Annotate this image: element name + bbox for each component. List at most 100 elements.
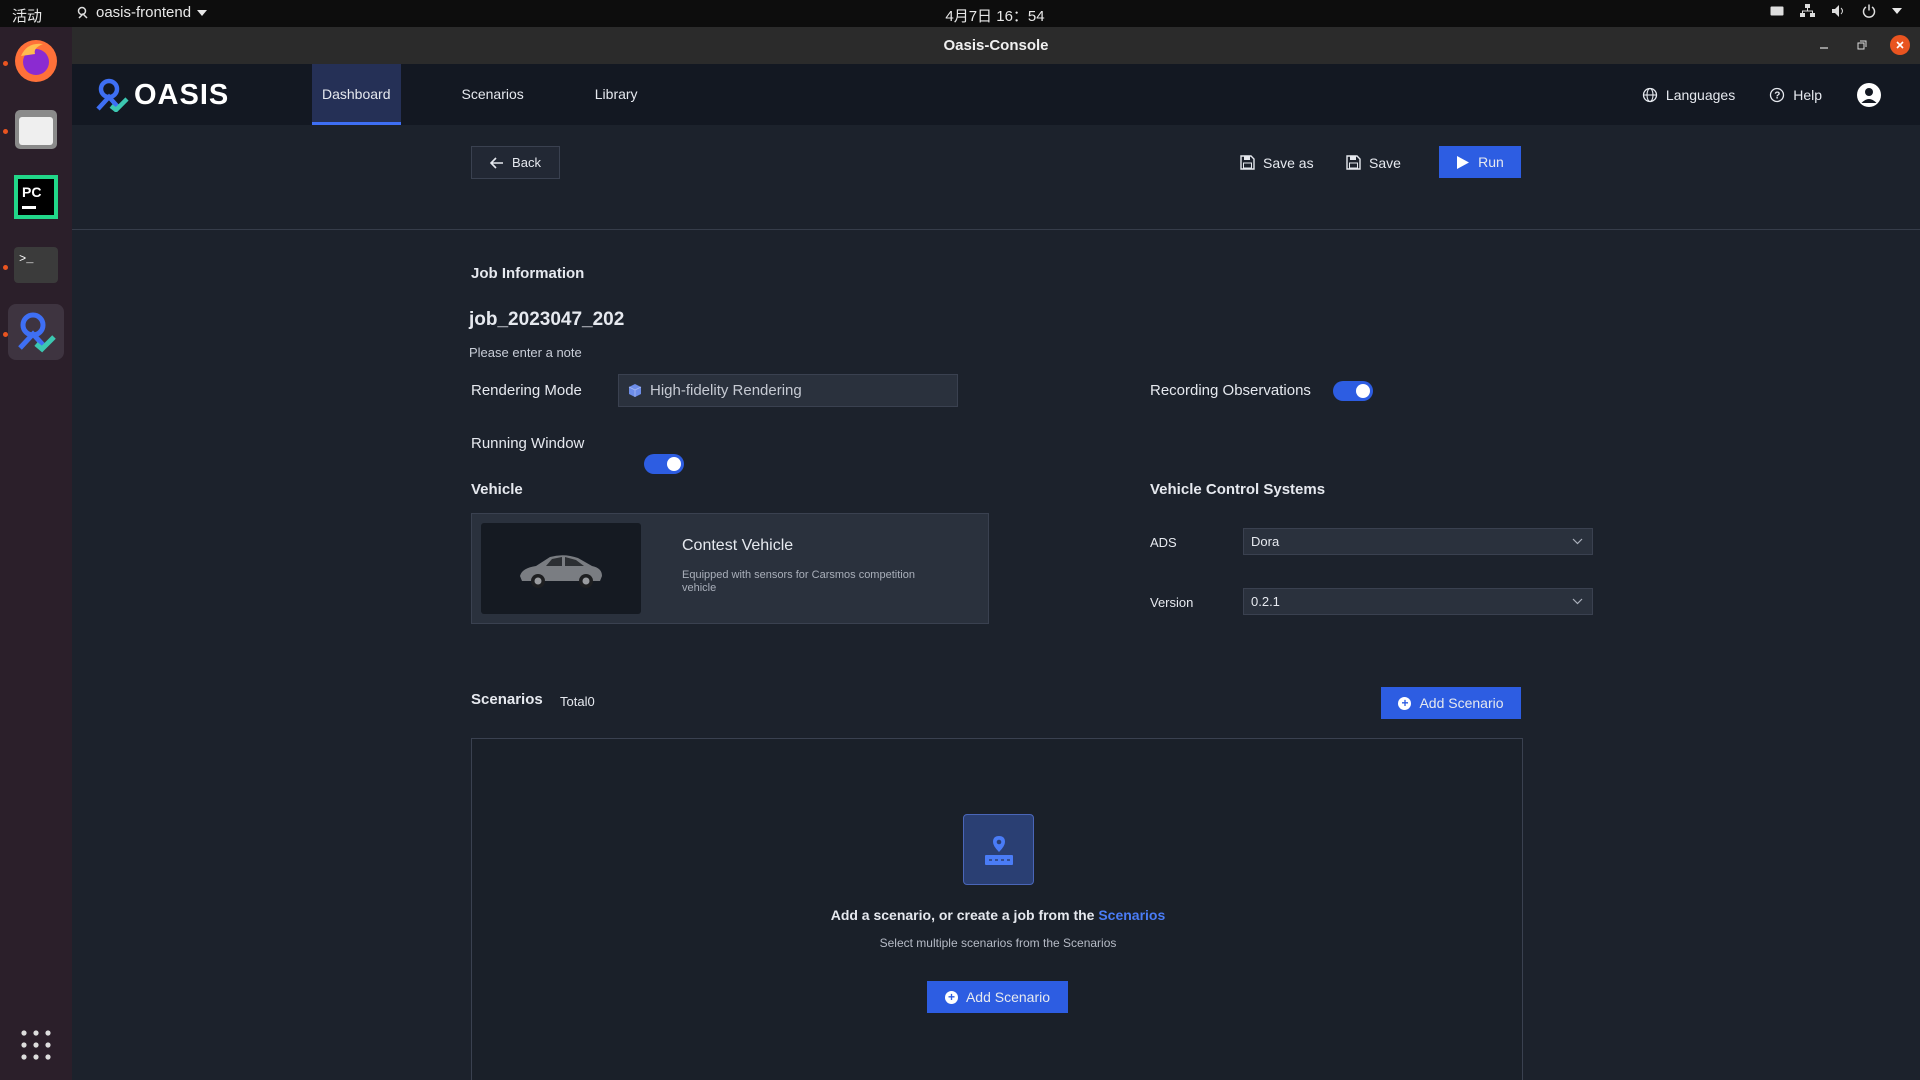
window-titlebar[interactable]: Oasis-Console [72,27,1920,64]
empty-state-text: Add a scenario, or create a job from the [830,907,1099,923]
scenarios-total: Total0 [560,694,595,709]
run-label: Run [1478,154,1504,170]
play-icon [1457,155,1470,169]
close-button[interactable] [1890,35,1910,55]
plus-icon: + [944,990,958,1004]
minimize-icon [1820,47,1828,49]
vehicle-image [481,523,641,614]
vehicle-description: Equipped with sensors for Carsmos compet… [682,569,915,594]
scenarios-empty-state: Add a scenario, or create a job from the… [471,738,1523,1080]
oasis-app-icon [18,312,56,353]
map-pin-icon [984,835,1013,865]
rendering-mode-field[interactable]: High-fidelity Rendering [618,374,958,407]
dock: PC >_ [0,27,72,1080]
version-label: Version [1150,595,1194,610]
empty-state-title: Add a scenario, or create a job from the… [472,907,1524,923]
maximize-button[interactable] [1852,35,1872,55]
arrow-left-icon [490,156,504,169]
run-button[interactable]: Run [1439,146,1521,178]
vehicle-title: Vehicle [471,481,523,498]
system-tray[interactable] [1770,4,1902,18]
dock-oasis[interactable] [8,304,64,360]
save-icon [1346,155,1361,170]
save-button[interactable]: Save [1346,146,1401,179]
minimize-button[interactable] [1814,35,1834,55]
ads-select[interactable]: Dora [1243,528,1593,555]
job-content: Job Information job_2023047_202 Please e… [469,230,1593,1080]
app-header: OASIS Dashboard Scenarios Library Langua… [72,64,1920,125]
save-label: Save [1369,154,1401,171]
vehicle-control-title: Vehicle Control Systems [1150,481,1326,498]
svg-text:?: ? [1774,90,1780,101]
terminal-icon: >_ [14,247,58,283]
back-label: Back [512,155,541,170]
system-top-bar: 活动 oasis-frontend 4月7日 16：54 [0,0,1920,27]
back-button[interactable]: Back [471,146,560,179]
clock[interactable]: 4月7日 16：54 [0,5,1920,26]
user-icon [1857,82,1881,107]
job-info-title: Job Information [471,265,585,282]
scenarios-link[interactable]: Scenarios [1098,907,1165,923]
rendering-mode-value: High-fidelity Rendering [650,382,802,399]
running-window-label: Running Window [471,435,585,452]
app-grid-icon [21,1030,51,1060]
help-icon: ? [1770,87,1785,102]
car-icon [520,554,602,588]
dock-files[interactable] [8,101,64,157]
scenarios-title: Scenarios [471,691,543,708]
chevron-down-icon [1572,538,1583,545]
recording-observations-toggle[interactable] [1333,381,1373,401]
ads-label: ADS [1150,535,1177,550]
window-title: Oasis-Console [943,37,1049,54]
firefox-icon [15,40,57,82]
empty-add-scenario-button[interactable]: + Add Scenario [927,981,1068,1013]
empty-state-subtitle: Select multiple scenarios from the Scena… [879,936,1117,950]
add-scenario-button[interactable]: + Add Scenario [1381,687,1521,719]
svg-text:>_: >_ [19,252,34,266]
chevron-down-icon [1572,598,1583,605]
plus-icon: + [1398,696,1412,710]
show-apps-button[interactable] [8,1017,64,1073]
nav-library[interactable]: Library [585,64,648,125]
logo-text: OASIS [134,78,230,111]
user-account-button[interactable] [1856,82,1882,108]
header-actions: Languages ? Help [1642,64,1882,125]
chevron-down-icon [1892,8,1902,14]
version-select[interactable]: 0.2.1 [1243,588,1593,615]
save-as-label: Save as [1263,154,1314,171]
languages-label: Languages [1665,86,1736,103]
restore-icon [1857,40,1867,50]
window-controls [1814,35,1910,55]
empty-add-scenario-label: Add Scenario [965,989,1051,1005]
volume-icon [1832,5,1843,17]
save-as-button[interactable]: Save as [1240,146,1314,179]
help-button[interactable]: ? Help [1769,87,1822,103]
version-value: 0.2.1 [1251,594,1280,609]
dock-firefox[interactable] [8,33,64,89]
close-icon [1896,41,1904,49]
job-note-field[interactable]: Please enter a note [469,345,582,360]
ads-value: Dora [1251,534,1280,549]
dock-terminal[interactable]: >_ [8,237,64,293]
add-scenario-label: Add Scenario [1419,695,1504,711]
dock-pycharm[interactable]: PC [8,169,64,225]
running-window-toggle[interactable] [644,454,684,474]
network-icon [1800,4,1815,17]
rendering-mode-label: Rendering Mode [471,382,582,399]
cube-icon [628,384,642,397]
nav-scenarios[interactable]: Scenarios [452,64,534,125]
vehicle-name: Contest Vehicle [682,537,794,554]
files-icon [15,110,57,149]
job-name[interactable]: job_2023047_202 [469,309,624,331]
oasis-logo-icon [96,78,129,112]
svg-text:PC: PC [22,184,41,200]
languages-button[interactable]: Languages [1642,87,1735,103]
keyboard-icon [1770,6,1784,16]
recording-observations-label: Recording Observations [1150,382,1311,399]
save-as-icon [1240,155,1255,170]
globe-icon [1642,87,1658,102]
nav-dashboard[interactable]: Dashboard [312,64,401,125]
main-nav: Dashboard Scenarios Library [312,64,699,125]
vehicle-card[interactable]: Contest Vehicle Equipped with sensors fo… [471,513,989,624]
oasis-logo[interactable]: OASIS [94,78,229,112]
